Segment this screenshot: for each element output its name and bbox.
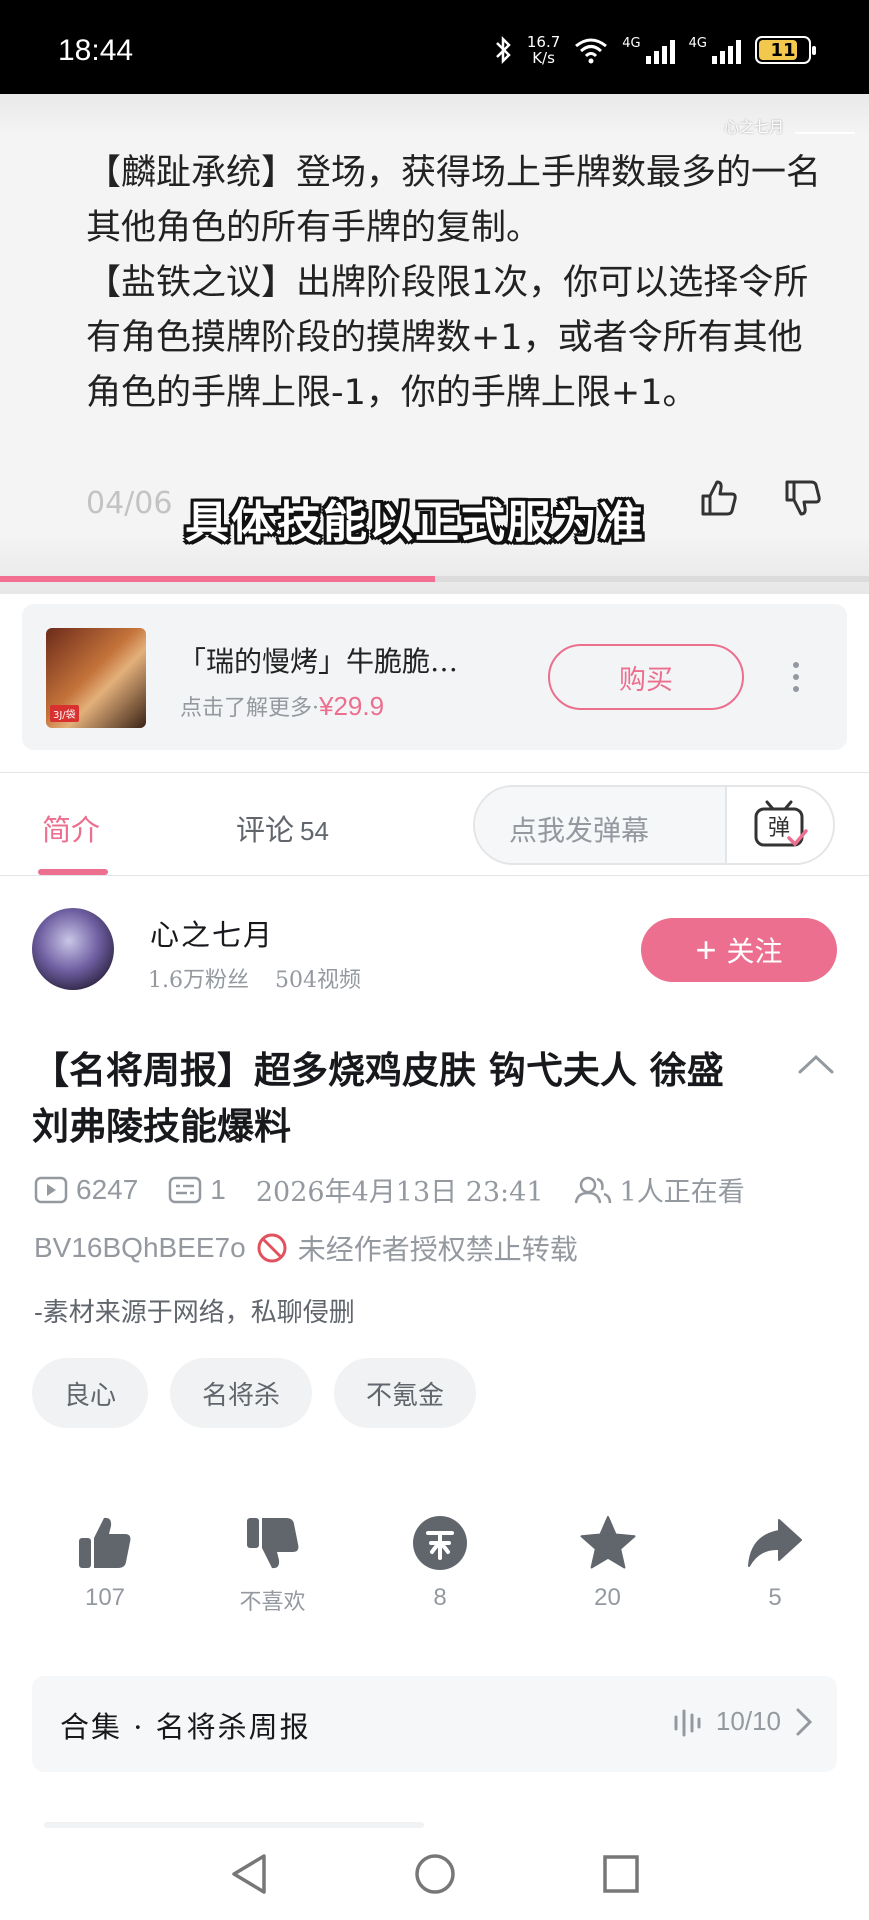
- tab-comments[interactable]: 评论 54: [236, 807, 329, 849]
- danmaku-icon: 弹: [754, 800, 808, 847]
- video-meta: 6247 1 2026年4月13日 23:41 1人正在看: [34, 1170, 745, 1209]
- status-bar: 18:44 16.7 K/s 4G 4G 11: [0, 0, 869, 94]
- share-count: 5: [768, 1584, 782, 1611]
- like-button[interactable]: 107: [40, 1514, 170, 1616]
- tab-comments-label: 评论: [236, 813, 295, 847]
- plus-icon: +: [695, 929, 717, 970]
- play-count-icon: [34, 1176, 68, 1203]
- tag-chip[interactable]: 良心: [32, 1358, 149, 1428]
- more-options-icon[interactable]: [793, 662, 799, 692]
- video-player[interactable]: 心之七月 【麟趾承统】登场，获得场上手牌数最多的一名其他角色的所有手牌的复制。 …: [0, 94, 869, 594]
- ad-card[interactable]: 3J/袋 「瑞的慢烤」牛脆脆… 点击了解更多·¥29.9 购买: [22, 604, 847, 750]
- tag-chip[interactable]: 名将杀: [170, 1358, 313, 1428]
- tab-bar: 简介 评论 54 点我发弹幕 弹: [0, 772, 869, 876]
- tag-chip[interactable]: 不氪金: [334, 1358, 477, 1428]
- favorite-button[interactable]: 20: [543, 1514, 673, 1616]
- watching-count: 1人正在看: [619, 1177, 745, 1208]
- follow-label: 关注: [726, 935, 783, 968]
- view-count: 6247: [76, 1173, 139, 1205]
- watching-icon: [574, 1176, 611, 1203]
- video-skill-text: 【麟趾承统】登场，获得场上手牌数最多的一名其他角色的所有手牌的复制。 【盐铁之议…: [86, 153, 822, 413]
- ad-thumb-tag: 3J/袋: [50, 705, 79, 722]
- thumbs-up-icon: [79, 1517, 131, 1568]
- watermark-logo: [795, 112, 855, 134]
- ad-thumbnail[interactable]: 3J/袋: [46, 628, 146, 728]
- tab-comments-count: 54: [300, 816, 329, 846]
- video-frame-icons: [697, 476, 825, 520]
- ad-subtitle: 点击了解更多·: [180, 696, 319, 721]
- video-subtitle: 具体技能以正式服为准: [185, 497, 645, 548]
- uploader-fans: 1.6万粉丝: [148, 968, 249, 993]
- wifi-icon: [575, 38, 608, 64]
- dislike-label: 不喜欢: [239, 1590, 306, 1615]
- uploader-stats: 1.6万粉丝 504视频: [148, 962, 361, 994]
- home-icon[interactable]: [413, 1852, 457, 1896]
- coin-button[interactable]: 8: [375, 1514, 505, 1616]
- net-speed: 16.7 K/s: [526, 33, 561, 67]
- danmaku-count-icon: [169, 1176, 202, 1203]
- danmaku-count: 1: [210, 1173, 226, 1205]
- signal-icon-2: 4G: [689, 36, 741, 64]
- status-icons: 16.7 K/s 4G 4G 11: [493, 33, 816, 67]
- ad-meta: 点击了解更多·¥29.9: [180, 690, 384, 722]
- system-nav-bar: [0, 1830, 869, 1920]
- share-icon: [748, 1519, 802, 1567]
- danmaku-input[interactable]: 点我发弹幕 弹: [473, 785, 835, 865]
- share-button[interactable]: 5: [710, 1514, 840, 1616]
- buy-button[interactable]: 购买: [548, 644, 744, 710]
- avatar[interactable]: [32, 908, 114, 990]
- recents-icon[interactable]: [600, 1852, 642, 1896]
- coin-icon: [413, 1516, 467, 1570]
- video-title: 【名将周报】超多烧鸡皮肤 钩弋夫人 徐盛 刘弗陵技能爆料: [32, 1048, 724, 1148]
- ad-price: ¥29.9: [319, 691, 385, 721]
- playlist-bars-icon: [674, 1709, 701, 1736]
- chevron-right-icon: [796, 1708, 813, 1735]
- status-time: 18:44: [58, 34, 134, 67]
- next-card-peek: [44, 1822, 424, 1828]
- thumbs-up-outline-icon: [701, 480, 737, 516]
- thumbs-down-icon: [246, 1518, 298, 1569]
- collection-card[interactable]: 合集 · 名将杀周报 10/10: [32, 1676, 837, 1772]
- collection-progress: 10/10: [715, 1706, 781, 1736]
- thumbs-down-outline-icon: [785, 480, 821, 516]
- tab-intro[interactable]: 简介: [42, 807, 100, 849]
- danmaku-placeholder: 点我发弹幕: [509, 814, 650, 847]
- ad-title[interactable]: 「瑞的慢烤」牛脆脆…: [178, 640, 548, 680]
- back-icon[interactable]: [228, 1852, 270, 1896]
- svg-text:弹: 弹: [768, 816, 790, 841]
- bluetooth-icon: [495, 35, 511, 65]
- tag-list: 良心 名将杀 不氪金: [32, 1358, 477, 1428]
- video-description: -素材来源于网络，私聊侵删: [34, 1298, 355, 1328]
- uploader-name[interactable]: 心之七月: [150, 912, 274, 954]
- chevron-up-icon[interactable]: [796, 1052, 836, 1076]
- action-bar: 107 不喜欢 8 20 5: [40, 1514, 840, 1616]
- bvid[interactable]: BV16BQhBEE7o: [34, 1232, 246, 1264]
- uploader-videos: 504视频: [275, 968, 361, 993]
- danmaku-toggle-button[interactable]: 弹: [725, 787, 833, 863]
- collection-name: 合集 · 名将杀周报: [60, 1710, 311, 1744]
- star-icon: [580, 1516, 635, 1569]
- battery-icon: 11: [755, 36, 816, 64]
- bvid-line: BV16BQhBEE7o 未经作者授权禁止转载: [34, 1228, 578, 1268]
- follow-button[interactable]: + 关注: [641, 918, 837, 982]
- video-watermark: 心之七月: [723, 118, 784, 136]
- like-count: 107: [84, 1584, 126, 1611]
- signal-icon: 4G: [622, 36, 675, 64]
- collection-progress-area: 10/10: [672, 1706, 813, 1737]
- tab-active-indicator: [38, 869, 108, 875]
- coin-count: 8: [433, 1584, 447, 1611]
- no-repost-icon: [257, 1233, 287, 1263]
- publish-datetime: 2026年4月13日 23:41: [255, 1177, 544, 1208]
- video-date: 04/06: [86, 486, 173, 521]
- dislike-button[interactable]: 不喜欢: [208, 1514, 338, 1616]
- favorite-count: 20: [594, 1584, 621, 1611]
- copyright-notice: 未经作者授权禁止转载: [297, 1233, 578, 1266]
- progress-bar[interactable]: [0, 576, 435, 582]
